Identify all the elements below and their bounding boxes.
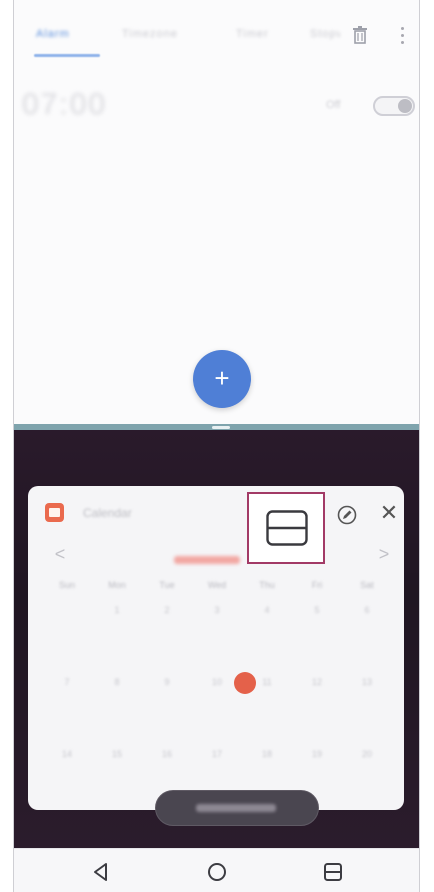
more-options-icon[interactable] xyxy=(394,23,410,47)
weekday-header: Sun Mon Tue Wed Thu Fri Sat xyxy=(40,580,394,594)
tab-alarm[interactable]: Alarm xyxy=(36,28,96,42)
calendar-widget[interactable]: Calendar ✕ < > Sun Mon Tue Wed Thu Fri S… xyxy=(28,486,404,810)
calendar-day[interactable]: 2 xyxy=(144,600,190,620)
calendar-app-icon xyxy=(45,503,64,522)
widget-title: Calendar xyxy=(83,506,132,520)
calendar-day[interactable]: 4 xyxy=(244,600,290,620)
alarm-toggle[interactable] xyxy=(373,96,415,116)
add-alarm-button[interactable]: + xyxy=(193,350,251,408)
calendar-grid: 1 2 3 4 5 6 7 8 9 10 11 12 13 14 15 16 1… xyxy=(40,598,394,798)
close-icon[interactable]: ✕ xyxy=(378,500,400,526)
calendar-day[interactable]: 1 xyxy=(94,600,140,620)
calendar-day[interactable]: 18 xyxy=(244,744,290,764)
home-screen-pill[interactable] xyxy=(155,790,319,826)
month-label xyxy=(174,556,240,564)
system-navigation-bar xyxy=(14,848,419,892)
weekday-label: Tue xyxy=(159,580,175,590)
clock-app-window: Alarm Timezone Timer Stopwatch 07:00 Off… xyxy=(14,0,419,426)
home-icon[interactable] xyxy=(204,859,230,885)
active-tab-indicator xyxy=(34,54,100,57)
calendar-day[interactable]: 17 xyxy=(194,744,240,764)
pill-label xyxy=(196,804,276,812)
divider-handle[interactable] xyxy=(212,426,230,429)
weekday-label: Mon xyxy=(108,580,126,590)
weekday-label: Fri xyxy=(311,580,323,590)
calendar-day[interactable]: 19 xyxy=(294,744,340,764)
split-screen-icon[interactable] xyxy=(266,510,308,546)
calendar-day[interactable]: 15 xyxy=(94,744,140,764)
calendar-day[interactable]: 11 xyxy=(244,672,290,692)
prev-month-icon[interactable]: < xyxy=(50,544,70,565)
back-icon[interactable] xyxy=(88,859,114,885)
phone-screen: Alarm Timezone Timer Stopwatch 07:00 Off… xyxy=(13,0,420,892)
calendar-day[interactable]: 16 xyxy=(144,744,190,764)
edit-icon[interactable] xyxy=(336,504,358,526)
weekday-label: Thu xyxy=(259,580,275,590)
calendar-day[interactable]: 3 xyxy=(194,600,240,620)
calendar-day[interactable]: 5 xyxy=(294,600,340,620)
tab-timer[interactable]: Timer xyxy=(236,28,284,42)
delete-icon[interactable] xyxy=(350,23,370,47)
calendar-day[interactable]: 14 xyxy=(44,744,90,764)
weekday-label: Sat xyxy=(360,580,374,590)
calendar-day[interactable]: 7 xyxy=(44,672,90,692)
weekday-label: Sun xyxy=(58,580,75,590)
tab-stopwatch[interactable]: Stopwatch xyxy=(310,28,340,42)
weekday-label: Wed xyxy=(207,580,227,590)
calendar-day[interactable]: 9 xyxy=(144,672,190,692)
alarm-state-label: Off xyxy=(326,99,341,111)
tab-timezone[interactable]: Timezone xyxy=(122,28,202,42)
calendar-day[interactable]: 13 xyxy=(344,672,390,692)
calendar-day[interactable]: 20 xyxy=(344,744,390,764)
calendar-day[interactable]: 8 xyxy=(94,672,140,692)
split-view-highlight[interactable] xyxy=(247,492,325,564)
alarm-item[interactable]: 07:00 Off xyxy=(14,84,419,124)
calendar-day[interactable]: 10 xyxy=(194,672,240,692)
calendar-day[interactable]: 12 xyxy=(294,672,340,692)
alarm-time: 07:00 xyxy=(22,88,108,121)
split-screen-nav-icon[interactable] xyxy=(320,859,346,885)
next-month-icon[interactable]: > xyxy=(374,544,394,565)
calendar-day[interactable]: 6 xyxy=(344,600,390,620)
